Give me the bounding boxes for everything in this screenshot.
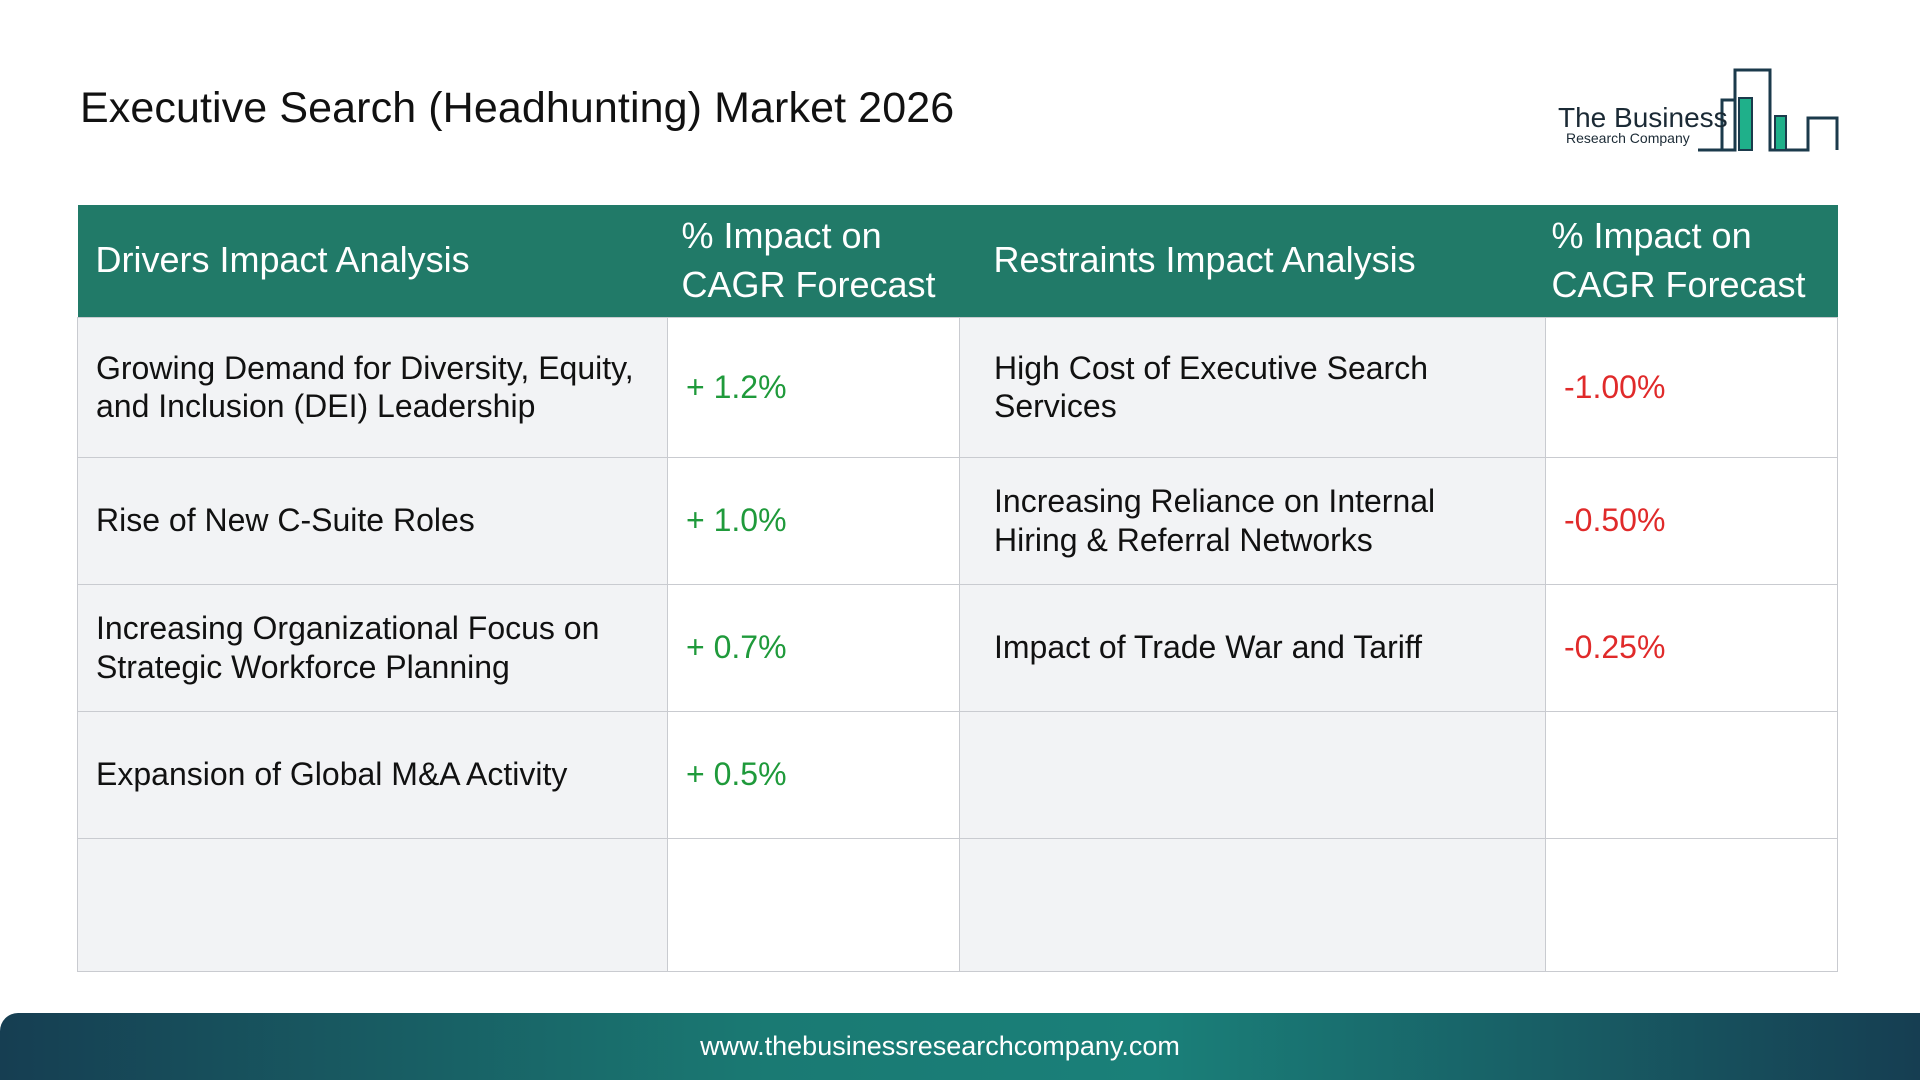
restraint-impact-cell: -0.25% (1545, 583, 1838, 712)
table-row: Increasing Organizational Focus on Strat… (77, 583, 1838, 712)
restraint-cell (959, 710, 1546, 839)
restraint-impact-cell: -0.50% (1545, 456, 1838, 585)
header-restraints-impact: % Impact on CAGR Forecast (1545, 205, 1838, 317)
header-restraints: Restraints Impact Analysis (959, 205, 1546, 317)
driver-cell: Expansion of Global M&A Activity (77, 710, 668, 839)
company-logo: The Business Research Company (1550, 64, 1840, 160)
header-drivers: Drivers Impact Analysis (77, 205, 668, 317)
restraint-cell: Impact of Trade War and Tariff (959, 583, 1546, 712)
table-row: Expansion of Global M&A Activity + 0.5% (77, 710, 1838, 839)
driver-cell: Rise of New C-Suite Roles (77, 456, 668, 585)
restraint-cell: High Cost of Executive Search Services (959, 316, 1546, 458)
driver-impact-cell (667, 837, 960, 972)
table-row (77, 837, 1838, 972)
driver-impact-cell: + 0.7% (667, 583, 960, 712)
driver-cell (77, 837, 668, 972)
driver-impact-cell: + 1.0% (667, 456, 960, 585)
table-header-row: Drivers Impact Analysis % Impact on CAGR… (77, 205, 1838, 317)
driver-impact-cell: + 1.2% (667, 316, 960, 458)
restraint-impact-cell (1545, 710, 1838, 839)
restraint-cell: Increasing Reliance on Internal Hiring &… (959, 456, 1546, 585)
footer-website-link[interactable]: www.thebusinessresearchcompany.com (0, 1031, 1880, 1062)
driver-cell: Growing Demand for Diversity, Equity, an… (77, 316, 668, 458)
restraint-impact-cell (1545, 837, 1838, 972)
table-row: Rise of New C-Suite Roles + 1.0% Increas… (77, 456, 1838, 585)
impact-analysis-table: Drivers Impact Analysis % Impact on CAGR… (77, 205, 1838, 972)
page-title: Executive Search (Headhunting) Market 20… (80, 84, 955, 132)
table-row: Growing Demand for Diversity, Equity, an… (77, 316, 1838, 458)
footer-bar: www.thebusinessresearchcompany.com (0, 1013, 1920, 1080)
driver-impact-cell: + 0.5% (667, 710, 960, 839)
restraint-cell (959, 837, 1546, 972)
restraint-impact-cell: -1.00% (1545, 316, 1838, 458)
header-drivers-impact: % Impact on CAGR Forecast (667, 205, 960, 317)
driver-cell: Increasing Organizational Focus on Strat… (77, 583, 668, 712)
logo-subname: Research Company (1566, 130, 1690, 146)
